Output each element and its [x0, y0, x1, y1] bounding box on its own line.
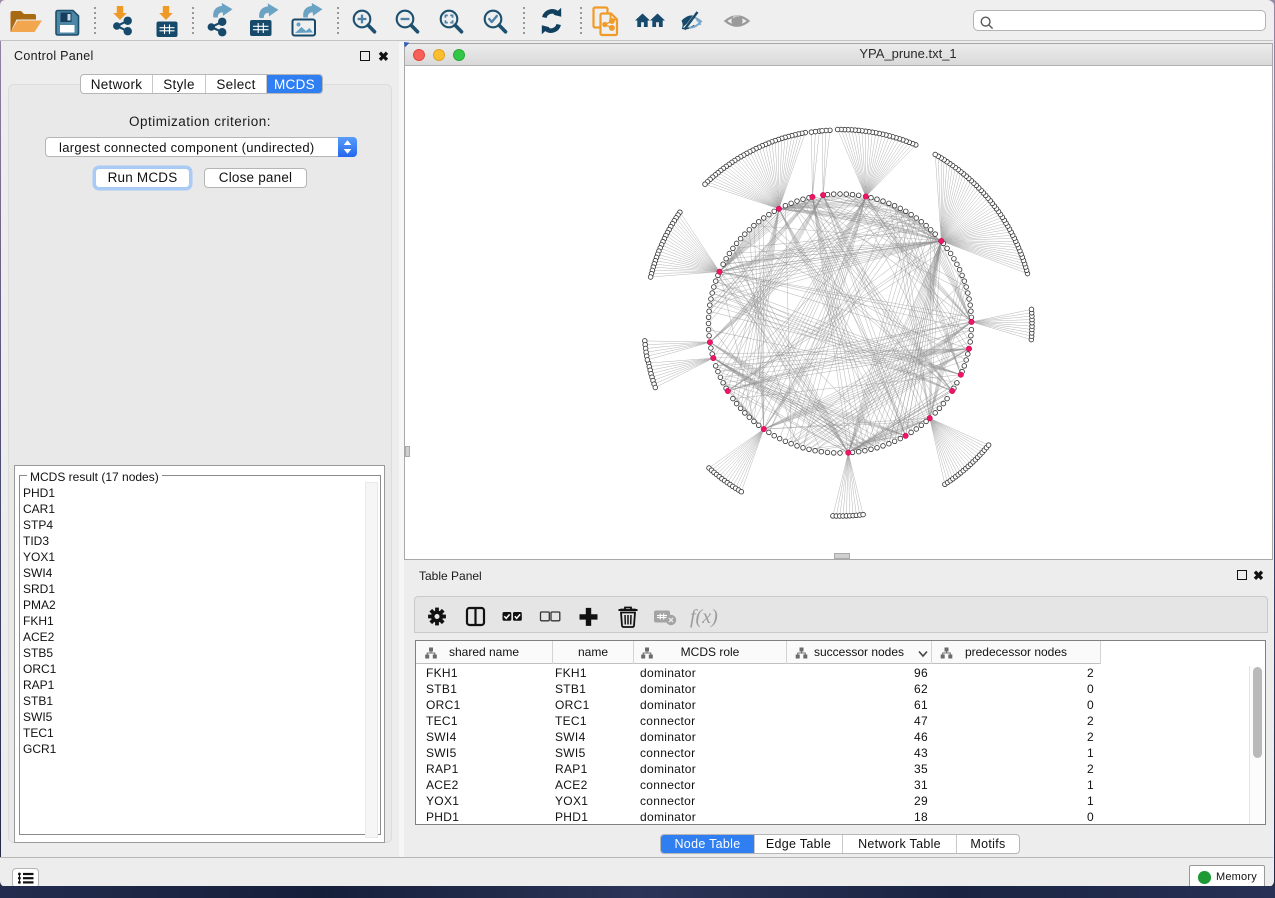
svg-text:f(x): f(x)	[690, 606, 718, 628]
